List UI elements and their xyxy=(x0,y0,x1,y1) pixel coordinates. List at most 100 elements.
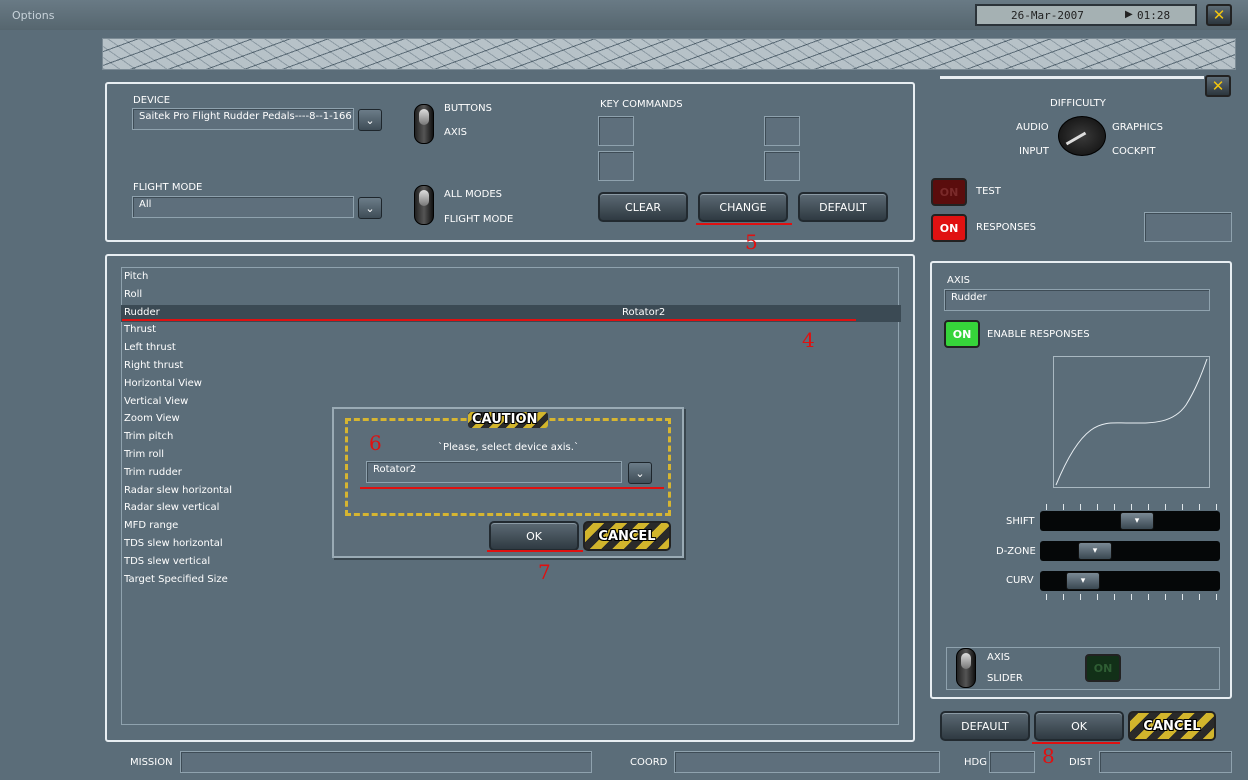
audio-option[interactable]: AUDIO xyxy=(1016,122,1049,133)
shift-label: SHIFT xyxy=(1006,516,1035,527)
axis-slider-toggle[interactable] xyxy=(956,648,976,688)
settings-divider xyxy=(940,76,1204,79)
list-item[interactable]: Radar slew vertical xyxy=(124,502,219,513)
mission-field xyxy=(180,751,592,773)
list-item[interactable]: Roll xyxy=(124,289,142,300)
dzone-slider[interactable]: ▾ xyxy=(1040,541,1220,561)
flight-mode-dropdown-button[interactable]: ⌄ xyxy=(358,197,382,219)
annotation-8: 8 xyxy=(1042,744,1055,768)
axis-label: AXIS xyxy=(444,127,467,138)
all-modes-label: ALL MODES xyxy=(444,189,503,200)
annotation-underline xyxy=(122,319,856,321)
graphics-option[interactable]: GRAPHICS xyxy=(1112,122,1163,133)
annotation-underline xyxy=(487,550,583,552)
enable-responses-button[interactable]: ON xyxy=(944,320,980,348)
key-command-slot[interactable] xyxy=(764,116,800,146)
shift-slider-thumb[interactable]: ▾ xyxy=(1120,512,1154,530)
ok-button[interactable]: OK xyxy=(1034,711,1124,741)
shift-slider[interactable]: ▾ xyxy=(1040,511,1220,531)
coord-label: COORD xyxy=(630,757,668,768)
default-button[interactable]: DEFAULT xyxy=(940,711,1030,741)
window-title: Options xyxy=(12,9,55,22)
list-item[interactable]: TDS slew horizontal xyxy=(124,538,223,549)
response-curve-line xyxy=(1055,358,1208,486)
clear-button[interactable]: CLEAR xyxy=(598,192,688,222)
list-item[interactable]: Trim pitch xyxy=(124,431,173,442)
buttons-label: BUTTONS xyxy=(444,103,492,114)
device-label: DEVICE xyxy=(133,95,171,106)
caution-title: CAUTION xyxy=(472,412,538,427)
settings-selector-knob[interactable] xyxy=(1058,116,1106,156)
close-window-button[interactable]: ✕ xyxy=(1206,4,1232,26)
axis-select[interactable]: Rotator2 xyxy=(366,461,622,483)
list-item[interactable]: Trim roll xyxy=(124,449,164,460)
axis-dropdown-button[interactable]: ⌄ xyxy=(628,462,652,484)
list-item[interactable]: Left thrust xyxy=(124,342,176,353)
change-button[interactable]: CHANGE xyxy=(698,192,788,222)
list-item[interactable]: Zoom View xyxy=(124,413,180,424)
chevron-down-icon: ⌄ xyxy=(635,466,645,480)
dialog-cancel-button[interactable]: CANCEL xyxy=(583,521,671,551)
curv-label: CURV xyxy=(1006,575,1034,586)
date-text: 26-Mar-2007 xyxy=(1011,9,1084,22)
dist-label: DIST xyxy=(1069,757,1093,768)
hdg-label: HDG xyxy=(964,757,987,768)
response-curve-graph xyxy=(1055,358,1208,486)
slider-on-button[interactable]: ON xyxy=(1085,654,1121,682)
close-icon: ✕ xyxy=(1212,6,1226,24)
dialog-ok-button[interactable]: OK xyxy=(489,521,579,551)
dzone-label: D-ZONE xyxy=(996,546,1036,557)
clock-display: 26-Mar-2007 ▶ 01:28 xyxy=(975,4,1197,26)
knob-pointer-icon xyxy=(1065,131,1087,146)
device-dropdown-button[interactable]: ⌄ xyxy=(358,109,382,131)
list-item[interactable]: Radar slew horizontal xyxy=(124,485,232,496)
device-select[interactable]: Saitek Pro Flight Rudder Pedals----8--1-… xyxy=(132,108,354,130)
list-item[interactable]: Vertical View xyxy=(124,396,188,407)
test-label: TEST xyxy=(976,186,1001,197)
close-icon: ✕ xyxy=(1211,77,1225,95)
test-on-button[interactable]: ON xyxy=(931,178,967,206)
default-keys-button[interactable]: DEFAULT xyxy=(798,192,888,222)
modes-toggle[interactable] xyxy=(414,185,434,225)
slider-toggle-label: SLIDER xyxy=(987,673,1023,684)
caution-message: `Please, select device axis.` xyxy=(438,442,579,453)
key-command-slot[interactable] xyxy=(598,116,634,146)
cancel-button[interactable]: CANCEL xyxy=(1128,711,1216,741)
difficulty-option[interactable]: DIFFICULTY xyxy=(1050,98,1106,109)
buttons-axis-toggle[interactable] xyxy=(414,104,434,144)
annotation-6: 6 xyxy=(369,431,382,455)
chevron-down-icon: ⌄ xyxy=(365,113,375,127)
responses-field xyxy=(1144,212,1232,242)
dist-field xyxy=(1099,751,1232,773)
dzone-slider-thumb[interactable]: ▾ xyxy=(1078,542,1112,560)
rudder-axis-value: Rotator2 xyxy=(622,307,666,318)
mission-label: MISSION xyxy=(130,757,173,768)
cockpit-option[interactable]: COCKPIT xyxy=(1112,146,1155,157)
chevron-down-icon: ▾ xyxy=(1134,516,1140,526)
list-item[interactable]: Right thrust xyxy=(124,360,183,371)
list-item[interactable]: Horizontal View xyxy=(124,378,202,389)
list-item[interactable]: Rudder xyxy=(124,307,160,318)
list-item[interactable]: Pitch xyxy=(124,271,148,282)
annotation-4: 4 xyxy=(802,328,815,352)
flight-mode-select[interactable]: All xyxy=(132,196,354,218)
slider-ticks-bottom xyxy=(1046,594,1218,600)
play-icon: ▶ xyxy=(1125,9,1133,20)
chevron-down-icon: ▾ xyxy=(1080,576,1086,586)
key-command-slot[interactable] xyxy=(764,151,800,181)
list-item[interactable]: Target Specified Size xyxy=(124,574,228,585)
input-option[interactable]: INPUT xyxy=(1019,146,1049,157)
curv-slider-thumb[interactable]: ▾ xyxy=(1066,572,1100,590)
key-command-slot[interactable] xyxy=(598,151,634,181)
curv-slider[interactable]: ▾ xyxy=(1040,571,1220,591)
axis-panel-label: AXIS xyxy=(947,275,970,286)
list-item[interactable]: TDS slew vertical xyxy=(124,556,210,567)
response-curve xyxy=(1053,356,1210,488)
flight-mode-label: FLIGHT MODE xyxy=(133,182,203,193)
close-settings-button[interactable]: ✕ xyxy=(1205,75,1231,97)
annotation-5: 5 xyxy=(745,230,758,254)
list-item[interactable]: Trim rudder xyxy=(124,467,182,478)
list-item[interactable]: Thrust xyxy=(124,324,156,335)
responses-on-button[interactable]: ON xyxy=(931,214,967,242)
list-item[interactable]: MFD range xyxy=(124,520,178,531)
